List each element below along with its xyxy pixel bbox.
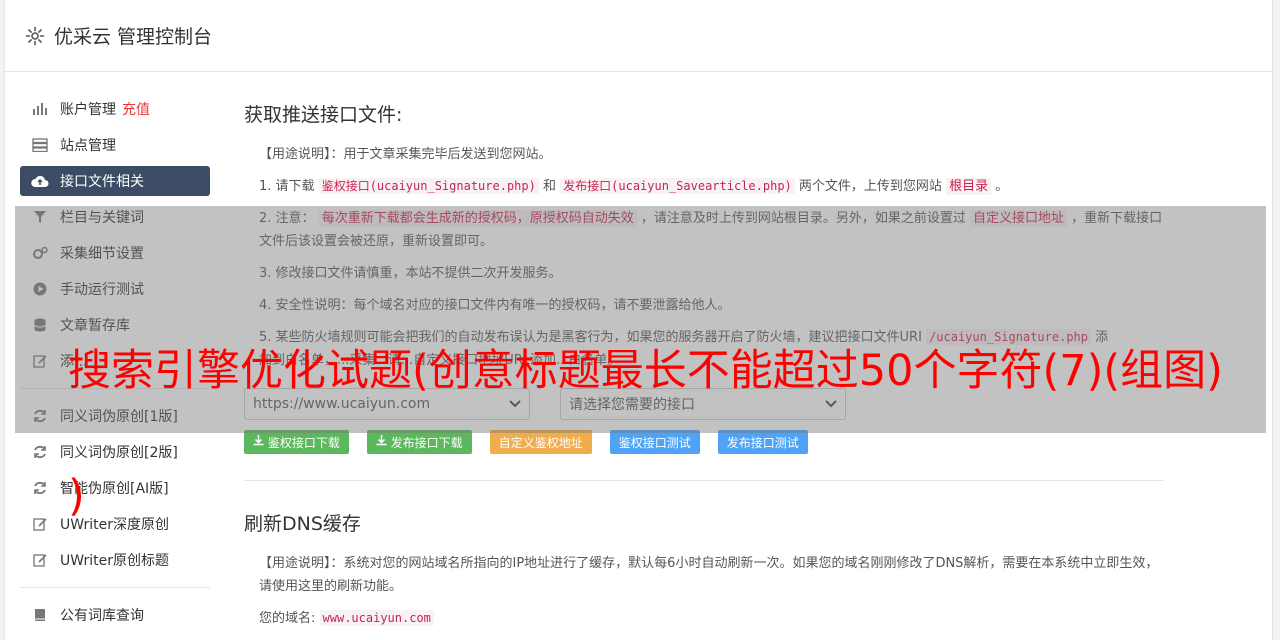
refresh-icon [31,407,49,425]
book-icon [31,606,49,624]
step-text: 1. 请下载 [259,179,315,194]
header: 优采云 管理控制台 [5,0,1272,72]
sidebar-item-label: UWriter原创标题 [60,553,169,569]
button-label: 发布接口下载 [390,435,463,450]
play-circle-icon [31,280,49,298]
sidebar-item-public-lexicon[interactable]: 公有词库查询 [20,600,210,630]
sidebar-item-label: 公有词库查询 [60,608,144,624]
edit-icon [31,515,49,533]
sidebar-item-label: 接口文件相关 [60,174,144,190]
step-2: 2. 注意： 每次重新下载都会生成新的授权码，原授权码自动失效 ，请注意及时上传… [244,207,1164,253]
warning-text: 每次重新下载都会生成新的授权码，原授权码自动失效 [318,210,637,227]
sidebar-item-label: 栏目与关键词 [60,210,144,226]
sidebar-item-label: 手动运行测试 [60,282,144,298]
sidebar-item-label: 站点管理 [60,138,116,154]
watermark-title: 搜索引擎优化试题(创意标题最长不能超过50个字符(7)(组图) [68,346,1223,396]
root-dir-label: 根目录 [946,178,992,195]
step-text: 。 [995,179,1009,194]
usage-text: 【用途说明】：用于文章采集完毕后发送到您网站。 [259,147,552,162]
sidebar-divider [20,587,210,588]
sidebar-item-label: 采集细节设置 [60,246,144,262]
domain-row: 您的域名: www.ucaiyun.com [244,607,1164,630]
server-icon [31,136,49,154]
domain-value: www.ucaiyun.com [319,610,434,626]
step-1: 1. 请下载 鉴权接口(ucaiyun_Signature.php) 和 发布接… [244,175,1164,198]
publish-download-link[interactable]: 发布接口(ucaiyun_Savearticle.php) [560,178,795,194]
sidebar-item-label: 同义词伪原创[1版] [60,409,178,425]
button-label: 鉴权接口下载 [267,435,340,450]
refresh-icon [31,479,49,497]
section-title-api: 获取推送接口文件: [244,104,403,126]
sidebar-item-categories[interactable]: 栏目与关键词 [20,202,210,232]
test-publish-button[interactable]: 发布接口测试 [717,430,808,454]
sidebar-item-collect-settings[interactable]: 采集细节设置 [20,238,210,268]
edit-icon [31,551,49,569]
step-text: ，请注意及时上传到网站根目录。另外，如果之前设置过 [640,211,966,226]
step-text: 两个文件，上传到您网站 [798,179,942,194]
sidebar-item-ai-rewrite[interactable]: 智能伪原创[AI版] [20,473,210,503]
sidebar-item-article-store[interactable]: 文章暂存库 [20,310,210,340]
sidebar-item-label: 同义词伪原创[2版] [60,445,178,461]
database-icon [31,316,49,334]
sidebar-item-sites[interactable]: 站点管理 [20,130,210,160]
sidebar-item-synonym-v2[interactable]: 同义词伪原创[2版] [20,437,210,467]
sidebar-item-api-files[interactable]: 接口文件相关 [20,166,210,196]
sidebar-item-synonym-v1[interactable]: 同义词伪原创[1版] [20,401,210,431]
test-signature-button[interactable]: 鉴权接口测试 [609,430,700,454]
step-text: 和 [543,179,557,194]
download-publish-button[interactable]: 发布接口下载 [366,430,472,454]
button-row: 鉴权接口下载 发布接口下载 自定义鉴权地址 鉴权接口测试 发布接口测试 [244,430,1164,454]
sidebar-item-account[interactable]: 账户管理 充值 [20,94,210,124]
download-icon [253,435,264,449]
bar-chart-icon [31,100,49,118]
cogs-icon [31,244,49,262]
filter-icon [31,208,49,226]
refresh-icon [31,443,49,461]
recharge-link[interactable]: 充值 [122,99,150,119]
dns-usage-text: 【用途说明】：系统对您的网站域名所指向的IP地址进行了缓存，默认每6小时自动刷新… [259,556,1159,594]
edit-icon [31,352,49,370]
sidebar-item-manual-run[interactable]: 手动运行测试 [20,274,210,304]
sidebar-item-uwriter-title[interactable]: UWriter原创标题 [20,545,210,575]
sidebar-item-uwriter-deep[interactable]: UWriter深度原创 [20,509,210,539]
domain-label: 您的域名: [259,611,316,626]
custom-api-link[interactable]: 自定义接口地址 [970,210,1068,227]
cloud-upload-icon [31,172,49,190]
sidebar-item-label: 文章暂存库 [60,318,130,334]
download-signature-button[interactable]: 鉴权接口下载 [244,430,349,454]
sidebar-item-label: 账户管理 [60,102,116,118]
signature-download-link[interactable]: 鉴权接口(ucaiyun_Signature.php) [318,178,539,194]
step-text: 2. 注意： [259,211,315,226]
custom-signature-button[interactable]: 自定义鉴权地址 [489,430,592,454]
download-icon [376,435,387,449]
step-4: 4. 安全性说明：每个域名对应的接口文件内有唯一的授权码，请不要泄露给他人。 [259,298,731,313]
section-divider [244,480,1164,481]
watermark-title-cont: ) [68,471,85,521]
section-title-dns: 刷新DNS缓存 [244,513,361,535]
gear-icon [25,26,45,46]
step-3: 3. 修改接口文件请慎重，本站不提供二次开发服务。 [259,266,562,281]
app-title: 优采云 管理控制台 [54,26,213,48]
